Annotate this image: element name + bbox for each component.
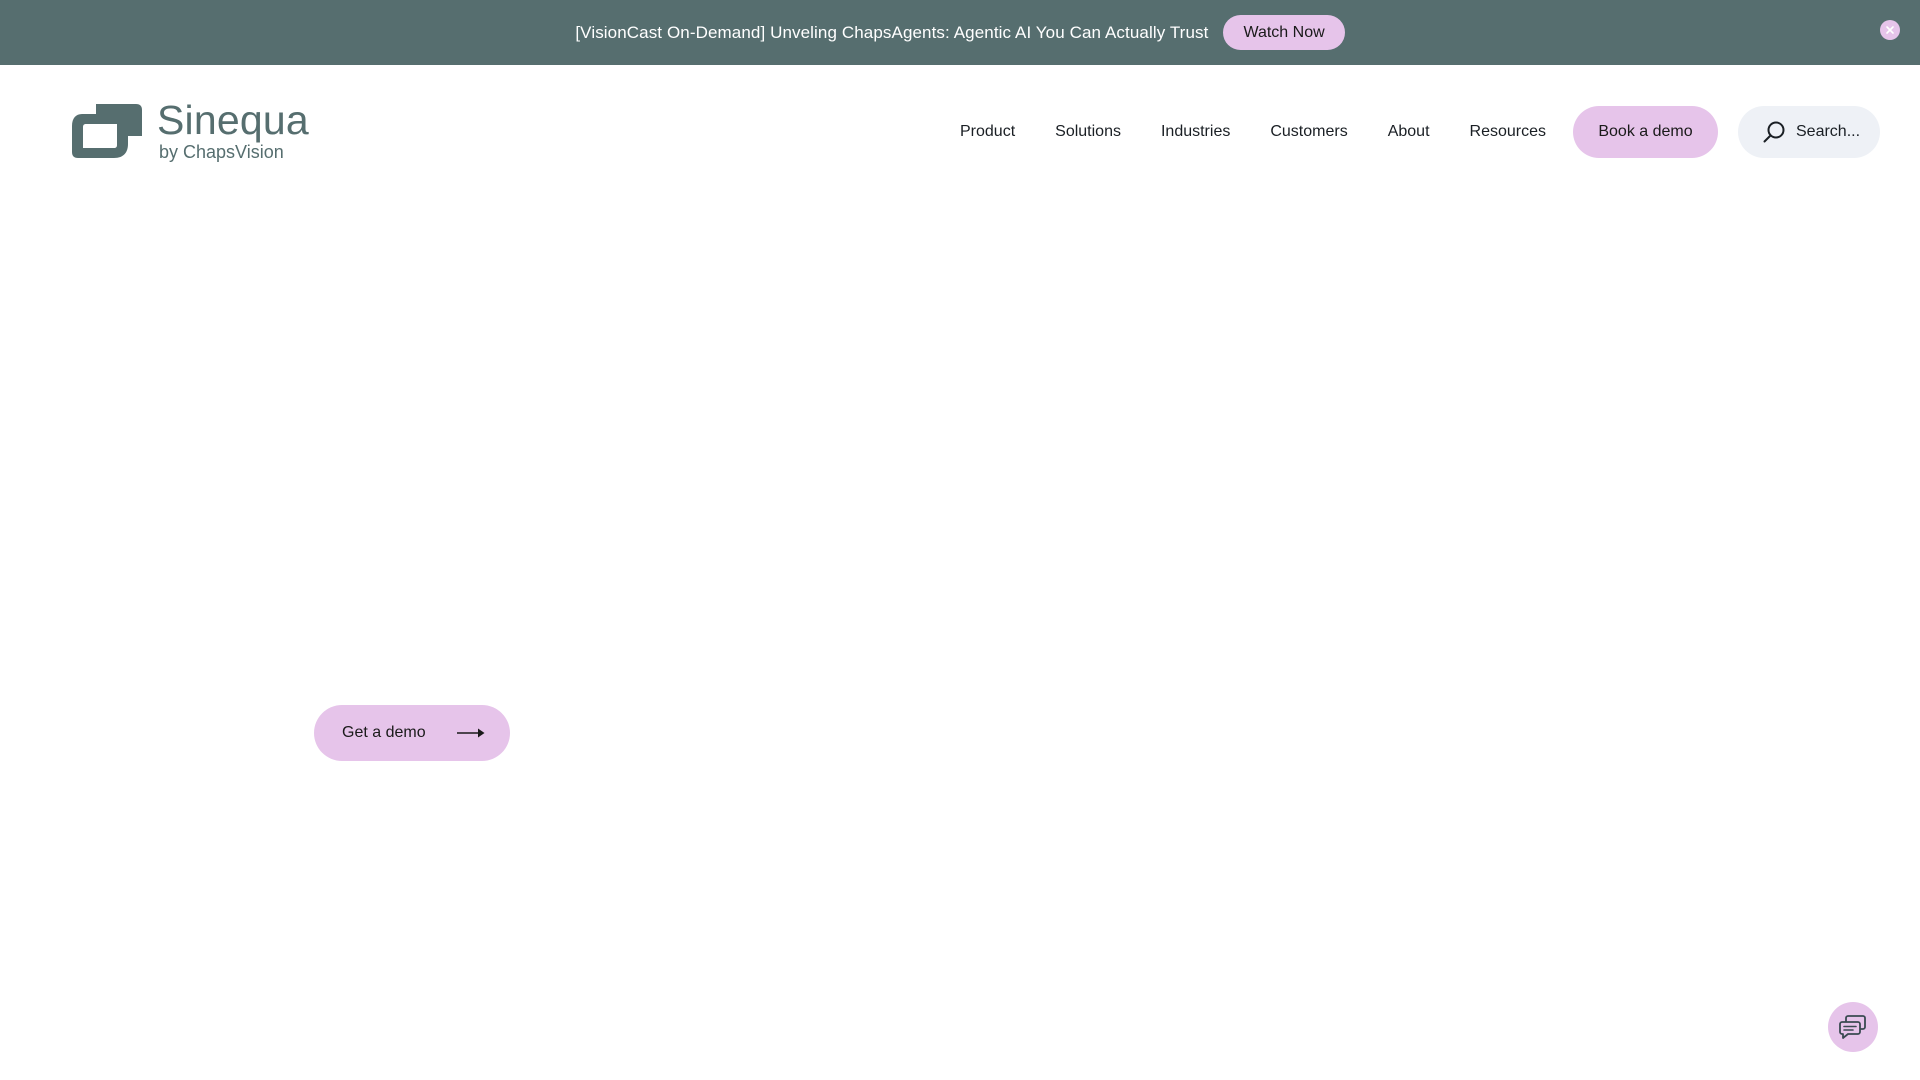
sinequa-logo[interactable]: Sinequa by ChapsVision bbox=[70, 98, 309, 164]
watch-now-button[interactable]: Watch Now bbox=[1223, 15, 1345, 50]
nav-item-industries[interactable]: Industries bbox=[1141, 123, 1250, 141]
close-icon bbox=[1886, 26, 1894, 34]
logo-mark-icon bbox=[72, 104, 142, 158]
close-banner-button[interactable] bbox=[1880, 20, 1900, 40]
nav-item-solutions[interactable]: Solutions bbox=[1035, 123, 1141, 141]
nav-item-customers[interactable]: Customers bbox=[1250, 123, 1367, 141]
chat-icon bbox=[1839, 1015, 1866, 1039]
announcement-banner: [VisionCast On-Demand] Unveling ChapsAge… bbox=[0, 0, 1920, 65]
search-placeholder: Search... bbox=[1796, 123, 1861, 140]
get-demo-button[interactable]: Get a demo bbox=[314, 705, 510, 761]
get-demo-label: Get a demo bbox=[342, 724, 426, 741]
nav-item-product[interactable]: Product bbox=[940, 123, 1035, 141]
logo-name: Sinequa bbox=[157, 97, 309, 143]
search-button[interactable]: Search... bbox=[1738, 106, 1880, 158]
chat-button[interactable] bbox=[1828, 1002, 1878, 1052]
nav-item-about[interactable]: About bbox=[1368, 123, 1450, 141]
logo-subtitle: by ChapsVision bbox=[159, 142, 284, 162]
book-demo-button[interactable]: Book a demo bbox=[1573, 106, 1718, 158]
search-icon bbox=[1763, 121, 1785, 143]
main-nav: Product Solutions Industries Customers A… bbox=[940, 106, 1566, 158]
arrow-right-icon bbox=[456, 728, 485, 738]
nav-item-resources[interactable]: Resources bbox=[1450, 123, 1566, 141]
banner-text: [VisionCast On-Demand] Unveling ChapsAge… bbox=[575, 22, 1209, 42]
